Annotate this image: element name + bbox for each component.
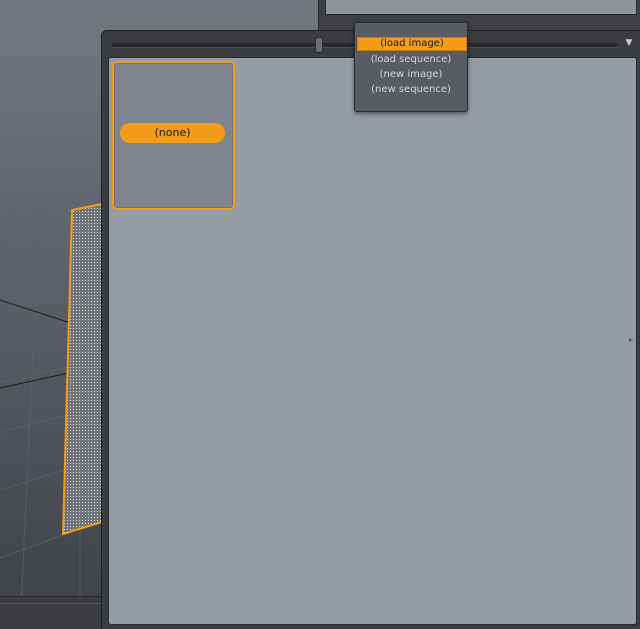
image-browser-content[interactable]: (none) ▸ <box>108 57 637 625</box>
chevron-down-icon[interactable]: ▼ <box>622 37 636 49</box>
resize-grip-icon[interactable]: ▸ <box>629 335 635 345</box>
selected-mesh-plane <box>61 202 103 536</box>
thumbnail-label: (none) <box>120 123 225 143</box>
image-thumbnail[interactable]: (none) <box>112 61 235 210</box>
bottom-toolbar-strip <box>0 596 104 629</box>
image-browser-window: ▼ (none) ▸ <box>101 30 640 629</box>
background-panel-content <box>325 0 637 15</box>
menu-item-new-sequence[interactable]: (new sequence) <box>357 83 465 97</box>
image-source-popup-menu: (load image) (load sequence) (new image)… <box>354 22 468 112</box>
menu-item-new-image[interactable]: (new image) <box>357 68 465 82</box>
menu-item-load-image[interactable]: (load image) <box>357 37 467 51</box>
menu-item-load-sequence[interactable]: (load sequence) <box>357 53 465 67</box>
thumbnail-size-slider-handle[interactable] <box>315 37 323 53</box>
